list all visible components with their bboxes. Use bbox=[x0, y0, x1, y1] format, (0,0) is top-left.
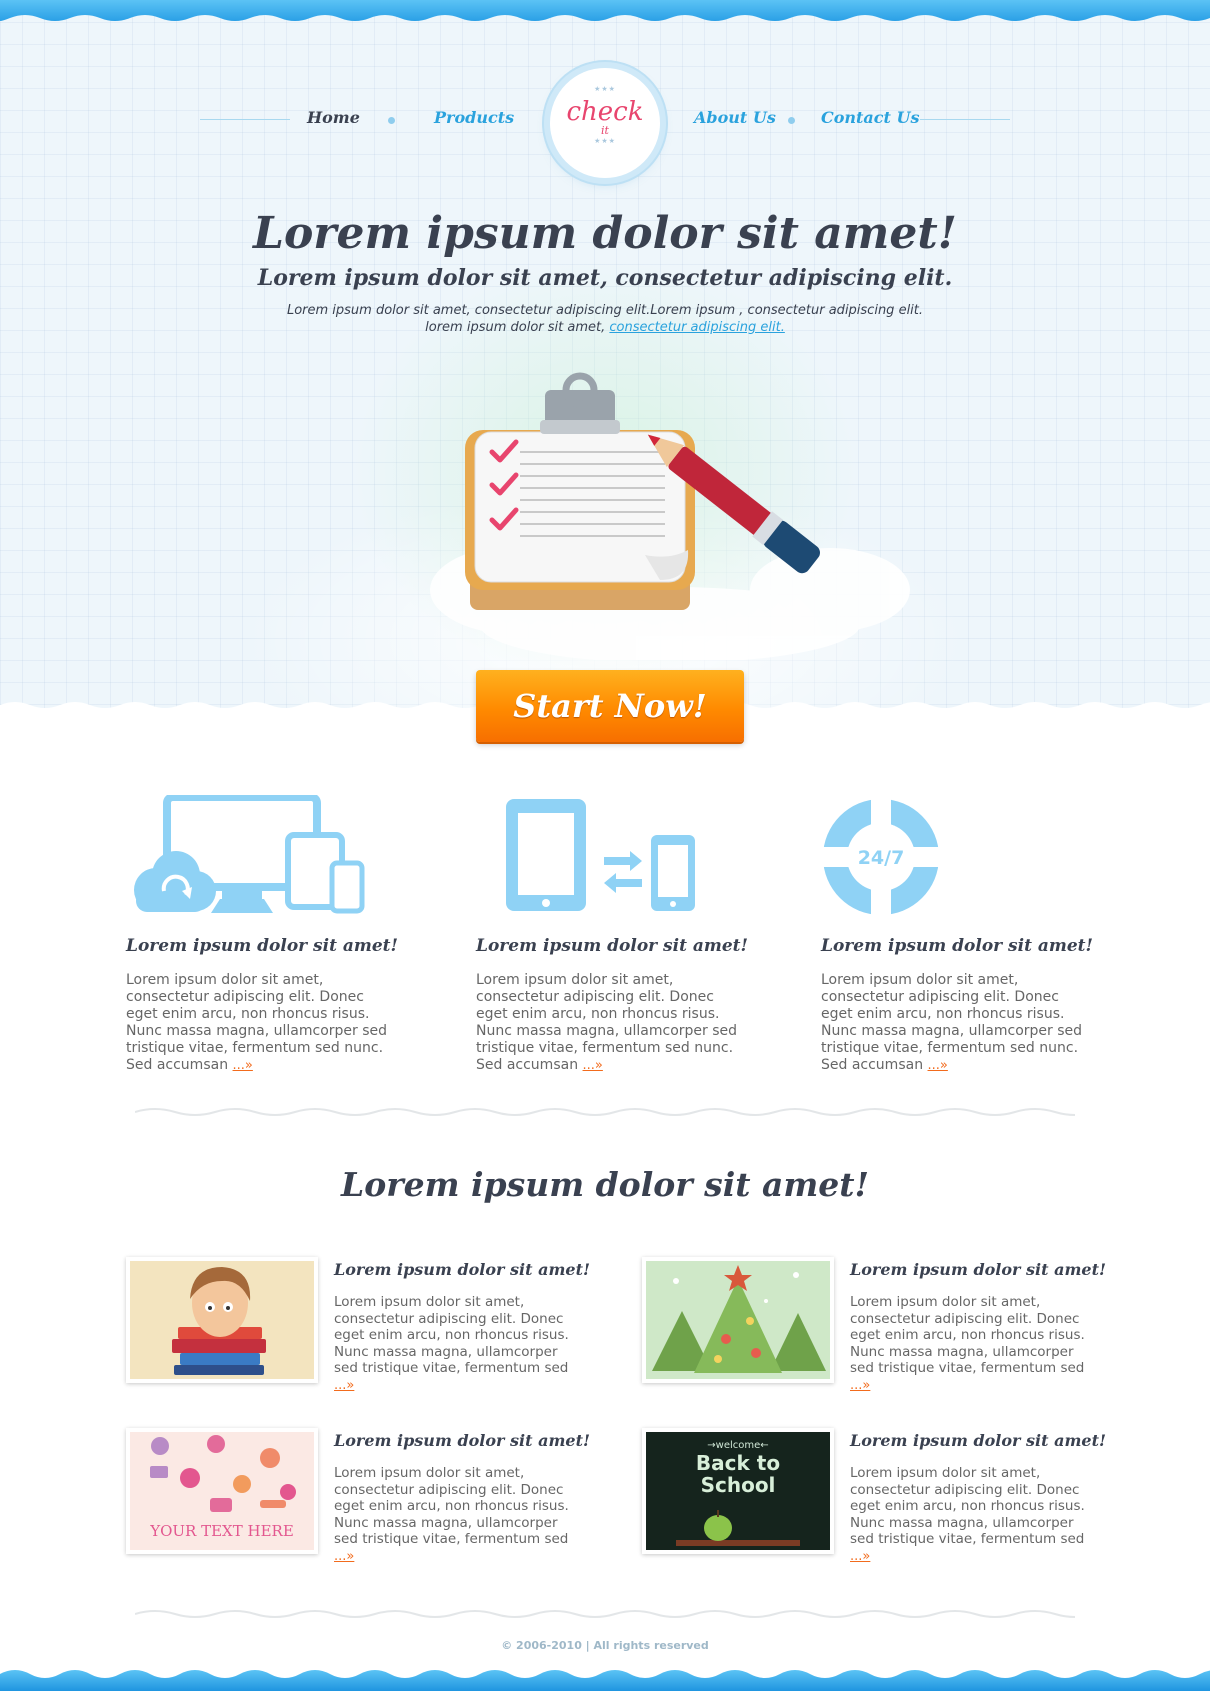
hero-text: Lorem ipsum dolor sit amet, consectetur … bbox=[250, 302, 960, 336]
logo-word: check bbox=[566, 97, 644, 127]
feature-title: Lorem ipsum dolor sit amet! bbox=[476, 936, 748, 956]
nav-about-us[interactable]: About Us bbox=[694, 108, 776, 127]
thumb-caption: YOUR TEXT HERE bbox=[149, 1522, 294, 1540]
nav-separator-dot bbox=[388, 117, 395, 124]
boy-with-books-image bbox=[130, 1261, 314, 1379]
back-to-school-image: →welcome← Back to School bbox=[646, 1432, 830, 1550]
feature-title: Lorem ipsum dolor sit amet! bbox=[821, 936, 1093, 956]
logo-stars-top: ★★★ bbox=[594, 85, 616, 93]
post-body: Lorem ipsum dolor sit amet, consectetur … bbox=[850, 1294, 1085, 1393]
feature-body: Lorem ipsum dolor sit amet, consectetur … bbox=[126, 972, 388, 1073]
bottom-wave-band bbox=[0, 1670, 1210, 1691]
tablet-phone-sync-icon bbox=[506, 799, 695, 911]
post-body: Lorem ipsum dolor sit amet, consectetur … bbox=[334, 1294, 569, 1393]
read-more-link[interactable]: ...» bbox=[850, 1549, 870, 1564]
top-wave-band bbox=[0, 0, 1210, 21]
feature-body: Lorem ipsum dolor sit amet, consectetur … bbox=[476, 972, 738, 1073]
post-title[interactable]: Lorem ipsum dolor sit amet! bbox=[850, 1260, 1110, 1279]
post-body: Lorem ipsum dolor sit amet, consectetur … bbox=[850, 1465, 1085, 1564]
nav-home[interactable]: Home bbox=[307, 108, 360, 127]
christmas-trees-image bbox=[646, 1261, 830, 1379]
footer-copyright: © 2006-2010 | All rights reserved bbox=[501, 1639, 709, 1652]
hero-subtitle: Lorem ipsum dolor sit amet, consectetur … bbox=[257, 265, 953, 291]
devices-sync-icon bbox=[134, 795, 365, 914]
post-thumbnail[interactable] bbox=[126, 1257, 318, 1383]
lifebuoy-24-7-icon: 24/7 bbox=[821, 795, 941, 919]
wavy-divider bbox=[135, 1610, 1075, 1618]
nav-contact-us[interactable]: Contact Us bbox=[821, 108, 919, 127]
hero-title: Lorem ipsum dolor sit amet! bbox=[253, 208, 957, 259]
thumb-text-line2: School bbox=[701, 1473, 776, 1497]
post-title[interactable]: Lorem ipsum dolor sit amet! bbox=[334, 1260, 594, 1279]
section-title: Lorem ipsum dolor sit amet! bbox=[341, 1165, 869, 1204]
thumb-text-line1: Back to bbox=[696, 1451, 780, 1475]
start-now-button[interactable]: Start Now! bbox=[476, 670, 744, 742]
read-more-link[interactable]: ...» bbox=[334, 1549, 354, 1564]
read-more-link[interactable]: ...» bbox=[850, 1378, 870, 1393]
read-more-link[interactable]: ...» bbox=[334, 1378, 354, 1393]
nav-separator-dot bbox=[788, 117, 795, 124]
read-more-link[interactable]: ...» bbox=[928, 1058, 948, 1073]
post-title[interactable]: Lorem ipsum dolor sit amet! bbox=[334, 1431, 594, 1450]
tools-pattern-image: YOUR TEXT HERE bbox=[130, 1432, 314, 1550]
logo-stars-bottom: ★★★ bbox=[594, 137, 616, 145]
nav-rule-right bbox=[920, 119, 1010, 120]
read-more-link[interactable]: ...» bbox=[583, 1058, 603, 1073]
check-it-logo[interactable]: ★★★ check it ★★★ bbox=[550, 68, 660, 178]
nav-products[interactable]: Products bbox=[434, 108, 514, 127]
post-thumbnail[interactable]: →welcome← Back to School bbox=[642, 1428, 834, 1554]
icon-24-7-text: 24/7 bbox=[858, 847, 905, 869]
hero-text-link[interactable]: consectetur adipiscing elit. bbox=[609, 320, 784, 335]
post-thumbnail[interactable] bbox=[642, 1257, 834, 1383]
clipboard-pencil-illustration bbox=[430, 372, 910, 660]
nav-rule-left bbox=[200, 119, 290, 120]
post-title[interactable]: Lorem ipsum dolor sit amet! bbox=[850, 1431, 1110, 1450]
post-thumbnail[interactable]: YOUR TEXT HERE bbox=[126, 1428, 318, 1554]
read-more-link[interactable]: ...» bbox=[233, 1058, 253, 1073]
feature-body: Lorem ipsum dolor sit amet, consectetur … bbox=[821, 972, 1083, 1073]
hero-text-line2: lorem ipsum dolor sit amet, bbox=[425, 320, 606, 335]
post-body: Lorem ipsum dolor sit amet, consectetur … bbox=[334, 1465, 569, 1564]
feature-title: Lorem ipsum dolor sit amet! bbox=[126, 936, 398, 956]
wavy-divider bbox=[135, 1108, 1075, 1116]
logo-sub: it bbox=[601, 124, 609, 137]
thumb-welcome-text: →welcome← bbox=[707, 1440, 768, 1451]
hero-text-line1: Lorem ipsum dolor sit amet, consectetur … bbox=[286, 303, 924, 318]
